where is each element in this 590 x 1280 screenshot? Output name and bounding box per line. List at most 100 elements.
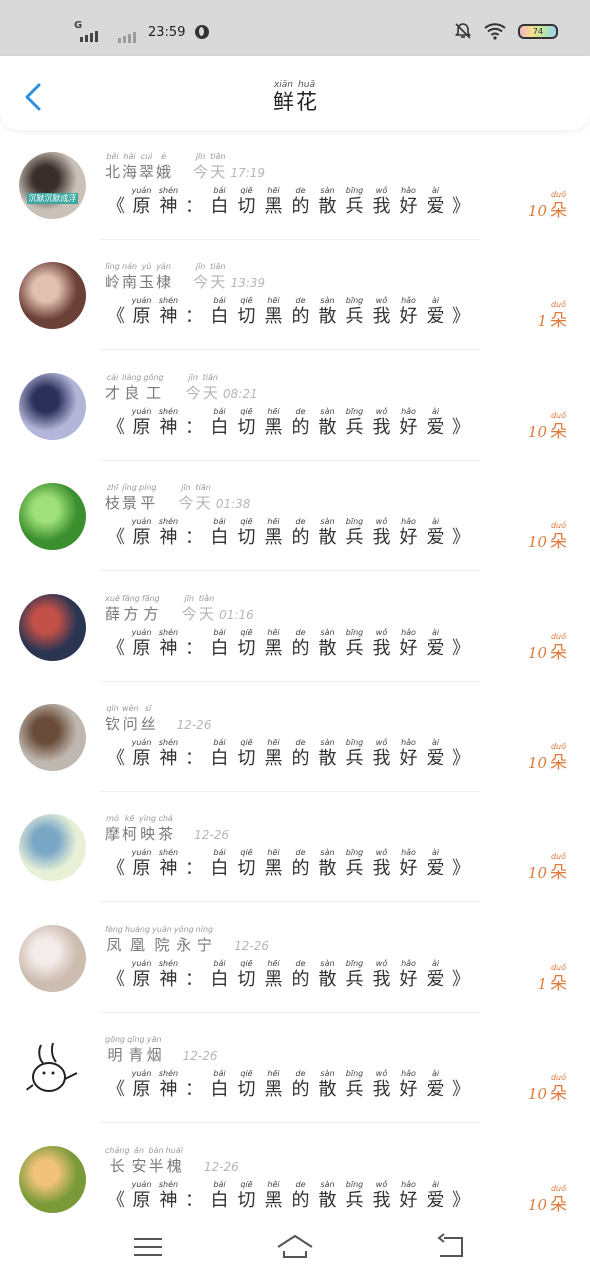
avatar[interactable] — [19, 262, 86, 330]
hanzi: 好 — [399, 968, 418, 990]
pinyin: tiān — [210, 152, 226, 161]
hanzi: 《 — [107, 637, 125, 659]
message-char: shén 神 — [156, 186, 181, 218]
hanzi: 散 — [318, 527, 337, 549]
hanzi: 爱 — [426, 1189, 445, 1211]
pinyin: ài — [431, 186, 440, 195]
message-char: sàn 散 — [315, 407, 340, 439]
list-item[interactable]: cái 才 liáng 良 gōng 工 jīn 今 tiān 天 08:21 《 yuán 原 shén 神… — [0, 351, 590, 461]
pinyin: shén — [158, 848, 179, 858]
message-char: ： — [183, 959, 205, 991]
message-char: hǎo 好 — [396, 738, 421, 770]
timestamp: 12-26 — [204, 1158, 239, 1176]
avatar[interactable] — [19, 1145, 86, 1213]
list-item[interactable]: mó 摩 kē 柯 yìng 映 chá 茶 12-26 《 yuán 原 shén 神： bái 白 qiē 切… — [0, 792, 590, 903]
hanzi: 爱 — [426, 306, 445, 328]
avatar[interactable] — [19, 1035, 86, 1103]
avatar[interactable] — [19, 814, 86, 882]
hanzi: 神 — [159, 747, 178, 769]
hanzi: 《 — [107, 1079, 125, 1101]
pinyin: cuì — [140, 152, 153, 161]
menu-icon[interactable] — [128, 1230, 168, 1264]
avatar[interactable]: 沉默沉默成浮 — [19, 152, 86, 219]
message-char: yuán 原 — [129, 628, 154, 660]
hanzi: 朵 — [550, 863, 567, 884]
name-char: jǐng 景 — [122, 483, 137, 513]
pinyin: wǒ — [375, 848, 388, 858]
sender-name: lǐng 岭 nán 南 yù 玉 yán 棣 — [104, 262, 172, 292]
avatar[interactable] — [19, 924, 86, 992]
message-char: wǒ 我 — [369, 407, 394, 439]
pinyin: yuán — [131, 1069, 152, 1079]
status-left: G 23:59 — [74, 20, 210, 44]
hanzi: 今 — [193, 273, 209, 292]
hanzi: 景 — [122, 494, 138, 513]
pinyin: gōng — [105, 1035, 126, 1045]
hanzi: ： — [185, 416, 203, 438]
pinyin: duǒ — [550, 1183, 567, 1193]
hanzi: 黑 — [264, 416, 283, 438]
hanzi: 好 — [399, 1189, 418, 1211]
message-char: hǎo 好 — [396, 1069, 421, 1101]
message-char: yuán 原 — [129, 407, 154, 439]
hanzi: 切 — [237, 1189, 256, 1211]
hanzi: 的 — [291, 968, 310, 990]
list-item[interactable]: qīn 钦 wèn 问 sī 丝 12-26 《 yuán 原 shén 神： bái 白 qiē 切 hēi 黑… — [0, 682, 590, 792]
pinyin: duǒ — [550, 852, 567, 862]
avatar[interactable] — [19, 593, 86, 661]
list-item[interactable]: xuē 薛 fāng 方 fāng 方 jīn 今 tiān 天 01:16 《 yuán 原 shén 神：… — [0, 572, 590, 682]
count-number: 10 — [527, 864, 547, 883]
message-char: hǎo 好 — [396, 296, 421, 328]
list-item[interactable]: gōng 明 qīng 青 yān 烟 12-26 《 yuán 原 shén 神： bái 白 qiē 切 h… — [0, 1013, 590, 1124]
name-char: yān 烟 — [147, 1035, 162, 1065]
hanzi: 茶 — [158, 825, 174, 844]
avatar[interactable] — [19, 372, 86, 440]
message-char: ài 爱 — [423, 738, 448, 770]
pinyin: ài — [431, 296, 440, 306]
timestamp: 12-26 — [183, 1047, 218, 1065]
hanzi: 爱 — [426, 527, 445, 549]
count-unit: duǒ 朵 — [550, 852, 567, 884]
message-char: shén 神 — [156, 738, 181, 770]
message-char: bái 白 — [207, 959, 232, 991]
name-char: huáng 凰 — [125, 925, 150, 955]
message-char: ài 爱 — [423, 1180, 448, 1212]
count-number: 10 — [527, 533, 547, 552]
pinyin: ài — [431, 1179, 440, 1189]
hanzi: 爱 — [426, 968, 445, 990]
pinyin: hǎo — [401, 1179, 416, 1189]
hanzi: 我 — [372, 1079, 391, 1101]
avatar[interactable] — [19, 703, 86, 771]
list-item[interactable]: 沉默沉默成浮 běi 北 hǎi 海 cuì 翠 é 娥 jīn 今 tiān 天 17:19 《 yuán 原… — [0, 130, 590, 240]
hanzi: 我 — [372, 968, 391, 990]
avatar[interactable] — [19, 483, 86, 551]
message-char: bái 白 — [207, 407, 232, 439]
hanzi: ： — [185, 1079, 203, 1101]
message-char: hǎo 好 — [396, 407, 421, 439]
hanzi: 散 — [318, 747, 337, 769]
count-number: 10 — [527, 422, 547, 441]
hanzi: 南 — [122, 273, 138, 292]
list-item[interactable]: zhī 枝 jǐng 景 píng 平 jīn 今 tiān 天 01:38 《 yuán 原 shén 神：… — [0, 461, 590, 572]
hanzi: 今 — [193, 163, 209, 181]
message-char: 《 — [105, 959, 127, 991]
pinyin: tiān — [202, 372, 218, 382]
home-icon[interactable] — [275, 1230, 315, 1264]
back-icon[interactable] — [430, 1230, 470, 1264]
pinyin: qiē — [240, 1179, 253, 1189]
pinyin: fèng — [105, 924, 123, 934]
pinyin: de — [295, 1069, 306, 1079]
list-item[interactable]: fèng 凤 huáng 凰 yuàn 院 yǒng 永 níng 宁 12-26 《 yuán 原 shé… — [0, 903, 590, 1013]
pinyin: jīn — [195, 262, 206, 272]
timestamp: jīn 今 tiān 天 13:39 — [192, 262, 265, 292]
hanzi: 原 — [132, 747, 151, 769]
list-item[interactable]: lǐng 岭 nán 南 yù 玉 yán 棣 jīn 今 tiān 天 13:39 《 yuán 原 shén… — [0, 240, 590, 351]
pinyin: hǎo — [401, 406, 416, 416]
battery-icon: 74 — [518, 23, 558, 39]
name-char: xuē 薛 — [105, 594, 120, 624]
message-char: bái 白 — [207, 186, 232, 218]
name-char: gōng 明 — [105, 1035, 125, 1065]
hanzi: 朵 — [550, 1194, 567, 1215]
message-char: wǒ 我 — [369, 1180, 394, 1212]
pinyin: qīn — [106, 703, 119, 713]
